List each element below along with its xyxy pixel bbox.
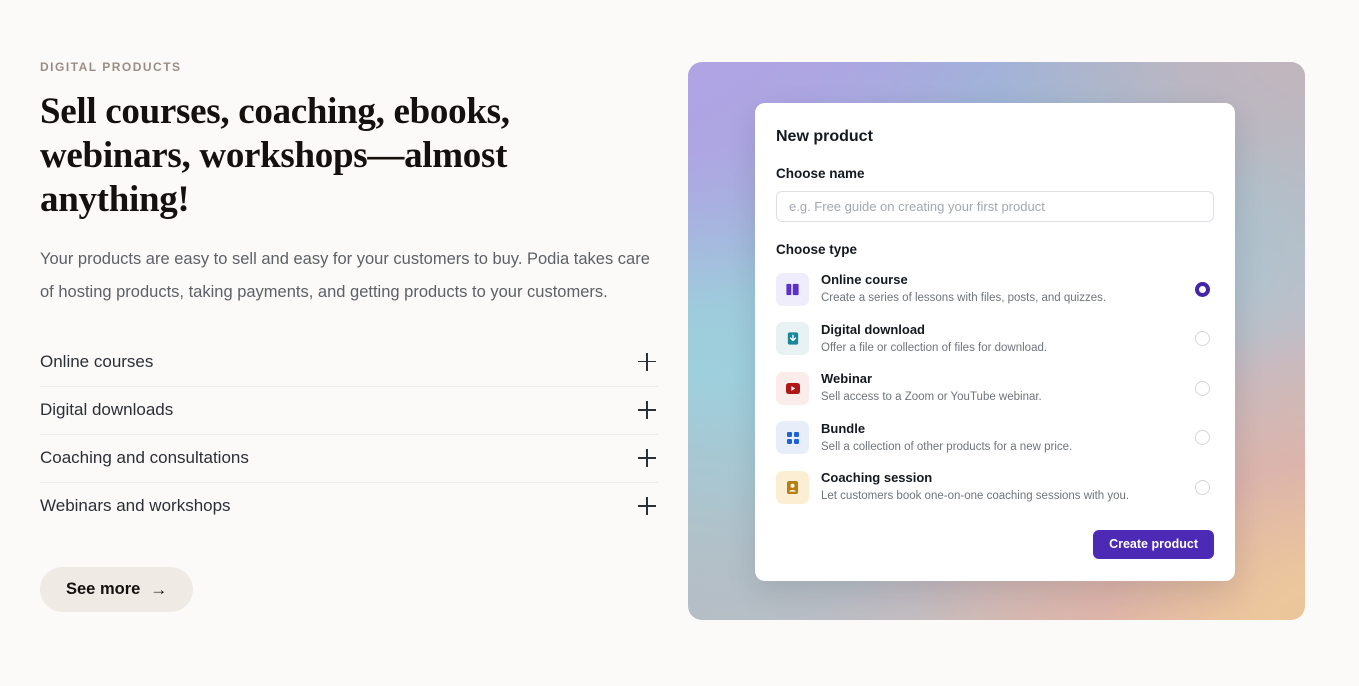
new-product-card: New product Choose name Choose type Onli…: [755, 103, 1235, 581]
choose-type-label: Choose type: [776, 242, 858, 258]
card-footer: Create product: [776, 530, 1214, 559]
accordion-item-coaching-and-consultations[interactable]: Coaching and consultations: [40, 433, 658, 482]
accordion-item-label: Digital downloads: [40, 400, 174, 419]
download-box-icon: [776, 322, 809, 356]
product-type-list: Online course Create a series of lessons…: [776, 265, 1214, 513]
card-title: New product: [776, 128, 873, 145]
choose-name-label: Choose name: [776, 166, 865, 182]
plus-icon[interactable]: [638, 449, 656, 468]
hero-section: DIGITAL PRODUCTS Sell courses, coaching,…: [40, 60, 665, 612]
radio-online-course[interactable]: [1195, 281, 1210, 297]
page-root: DIGITAL PRODUCTS Sell courses, coaching,…: [0, 0, 1359, 686]
product-type-description: Offer a file or collection of files for …: [821, 341, 1048, 354]
product-type-text: Digital download Offer a file or collect…: [821, 321, 1183, 357]
radio-webinar[interactable]: [1195, 380, 1210, 396]
product-type-name: Online course: [821, 272, 908, 288]
play-video-icon: [776, 371, 809, 405]
accordion-item-digital-downloads[interactable]: Digital downloads: [40, 385, 658, 434]
plus-icon[interactable]: [638, 401, 656, 420]
accordion-list: Online courses Digital downloads Coachin…: [40, 338, 658, 530]
plus-icon[interactable]: [638, 497, 656, 516]
product-type-option-online-course[interactable]: Online course Create a series of lessons…: [776, 265, 1214, 315]
gradient-panel: New product Choose name Choose type Onli…: [688, 62, 1305, 620]
person-badge-icon: [776, 470, 809, 504]
page-title: Sell courses, coaching, ebooks, webinars…: [40, 91, 510, 220]
accordion-item-webinars-and-workshops[interactable]: Webinars and workshops: [40, 481, 658, 530]
see-more-label: See more: [66, 579, 141, 598]
arrow-right-icon: →: [150, 579, 168, 599]
radio-digital-download[interactable]: [1195, 331, 1210, 347]
create-product-button[interactable]: Create product: [1093, 530, 1214, 559]
product-name-input[interactable]: [776, 191, 1214, 223]
product-type-name: Webinar: [821, 371, 873, 387]
accordion-item-label: Webinars and workshops: [40, 496, 231, 515]
accordion-item-label: Online courses: [40, 351, 154, 371]
product-type-name: Bundle: [821, 420, 866, 436]
product-type-name: Coaching session: [821, 470, 933, 486]
product-type-text: Webinar Sell access to a Zoom or YouTube…: [821, 370, 1183, 406]
eyebrow-label: DIGITAL PRODUCTS: [40, 60, 182, 74]
product-type-option-coaching-session[interactable]: Coaching session Let customers book one-…: [776, 463, 1214, 513]
radio-bundle[interactable]: [1195, 430, 1210, 446]
product-type-option-bundle[interactable]: Bundle Sell a collection of other produc…: [776, 413, 1214, 463]
product-type-text: Bundle Sell a collection of other produc…: [821, 420, 1183, 456]
accordion-item-online-courses[interactable]: Online courses: [40, 338, 658, 386]
hero-description: Your products are easy to sell and easy …: [40, 250, 650, 301]
product-type-name: Digital download: [821, 321, 925, 337]
grid-squares-icon: [776, 421, 809, 455]
book-columns-icon: [776, 272, 809, 306]
plus-icon[interactable]: [638, 352, 656, 371]
radio-coaching-session[interactable]: [1195, 479, 1210, 495]
product-type-text: Coaching session Let customers book one-…: [821, 469, 1183, 505]
product-type-description: Sell a collection of other products for …: [821, 440, 1073, 453]
product-type-description: Let customers book one-on-one coaching s…: [821, 490, 1130, 503]
product-type-option-digital-download[interactable]: Digital download Offer a file or collect…: [776, 314, 1214, 364]
product-type-option-webinar[interactable]: Webinar Sell access to a Zoom or YouTube…: [776, 364, 1214, 414]
accordion-item-label: Coaching and consultations: [40, 448, 249, 467]
product-type-description: Create a series of lessons with files, p…: [821, 292, 1107, 305]
see-more-button[interactable]: See more →: [40, 566, 194, 612]
product-type-text: Online course Create a series of lessons…: [821, 271, 1183, 307]
product-type-description: Sell access to a Zoom or YouTube webinar…: [821, 391, 1042, 404]
